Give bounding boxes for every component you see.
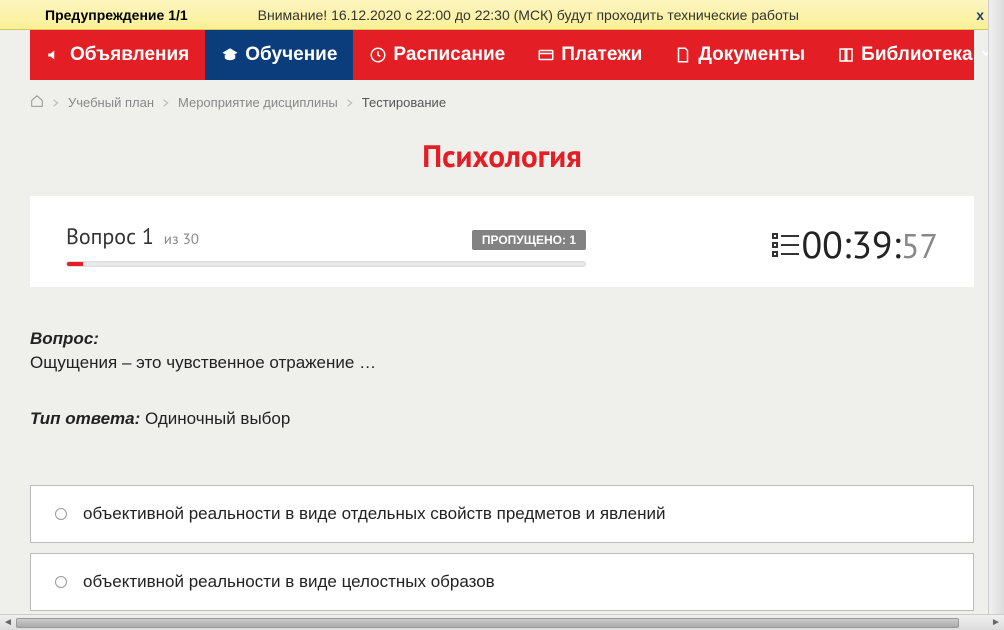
alert-title: Предупреждение 1/1 <box>45 7 188 23</box>
megaphone-icon <box>46 46 64 64</box>
status-left: Вопрос 1 из 30 ПРОПУЩЕНО: 1 <box>66 223 771 267</box>
alert-close-button[interactable]: x <box>976 7 984 23</box>
graduation-icon <box>221 46 239 64</box>
home-icon[interactable] <box>30 94 44 111</box>
answers-list: объективной реальности в виде отдельных … <box>30 485 974 611</box>
breadcrumb-current: Тестирование <box>362 95 446 110</box>
nav-label: Документы <box>698 44 805 66</box>
nav-label: Расписание <box>393 44 505 66</box>
question-text: Ощущения – это чувственное отражение … <box>30 353 974 373</box>
document-icon <box>674 46 692 64</box>
clock-icon <box>369 46 387 64</box>
vertical-scrollbar[interactable] <box>988 0 1004 614</box>
alert-message: Внимание! 16.12.2020 с 22:00 до 22:30 (М… <box>258 7 799 23</box>
radio-icon <box>55 508 67 520</box>
alert-bar: Предупреждение 1/1 Внимание! 16.12.2020 … <box>0 0 1004 30</box>
progress-fill <box>67 262 83 266</box>
nav-announcements[interactable]: Объявления <box>30 30 205 80</box>
skipped-badge: ПРОПУЩЕНО: 1 <box>472 230 586 250</box>
question-label: Вопрос: <box>30 329 974 349</box>
horizontal-scrollbar[interactable]: ◄ ► <box>0 614 1004 630</box>
scroll-track[interactable] <box>16 617 988 629</box>
page-title: Психология <box>0 135 1004 176</box>
scroll-right-arrow[interactable]: ► <box>988 616 1004 630</box>
breadcrumb-separator <box>346 95 354 110</box>
answer-type-label: Тип ответа: <box>30 409 140 428</box>
progress-bar <box>66 261 586 267</box>
answer-option[interactable]: объективной реальности в виде целостных … <box>30 553 974 611</box>
card-icon <box>537 46 555 64</box>
answer-text: объективной реальности в виде отдельных … <box>83 504 666 524</box>
status-card: Вопрос 1 из 30 ПРОПУЩЕНО: 1 00:39:57 <box>30 196 974 287</box>
nav-label: Объявления <box>70 44 189 66</box>
breadcrumb-separator <box>52 95 60 110</box>
book-icon <box>837 46 855 64</box>
breadcrumb-link[interactable]: Мероприятие дисциплины <box>178 95 338 110</box>
nav-documents[interactable]: Документы <box>658 30 821 80</box>
nav-schedule[interactable]: Расписание <box>353 30 521 80</box>
main-navbar: Объявления Обучение Расписание Платежи Д… <box>30 30 974 80</box>
question-number: Вопрос 1 из 30 <box>66 223 199 251</box>
nav-library[interactable]: Библиотека <box>821 30 1004 80</box>
breadcrumb-link[interactable]: Учебный план <box>68 95 154 110</box>
nav-payments[interactable]: Платежи <box>521 30 658 80</box>
nav-label: Обучение <box>245 44 337 66</box>
breadcrumbs: Учебный план Мероприятие дисциплины Тест… <box>30 94 974 111</box>
timer: 00:39:57 <box>801 220 938 269</box>
question-block: Вопрос: Ощущения – это чувственное отраж… <box>30 329 974 429</box>
question-list-button[interactable] <box>771 231 801 259</box>
answer-text: объективной реальности в виде целостных … <box>83 572 495 592</box>
nav-learning[interactable]: Обучение <box>205 30 353 80</box>
radio-icon <box>55 576 67 588</box>
answer-option[interactable]: объективной реальности в виде отдельных … <box>30 485 974 543</box>
scroll-thumb[interactable] <box>16 618 959 628</box>
scroll-left-arrow[interactable]: ◄ <box>0 616 16 630</box>
breadcrumb-separator <box>162 95 170 110</box>
nav-label: Платежи <box>561 44 642 66</box>
nav-label: Библиотека <box>861 44 972 66</box>
